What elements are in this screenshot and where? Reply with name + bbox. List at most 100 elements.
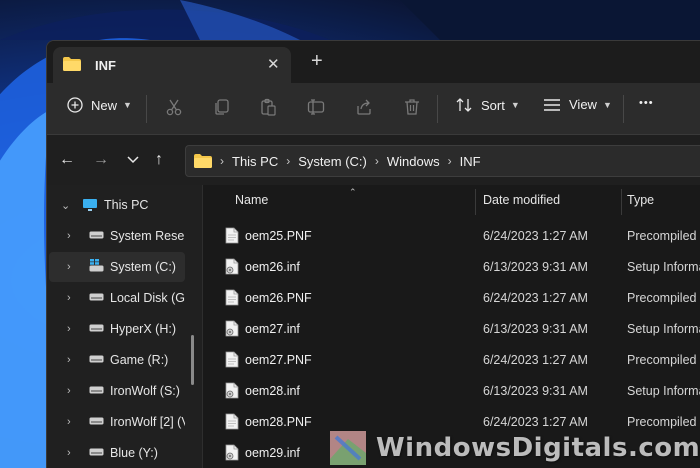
file-name: oem25.PNF xyxy=(245,229,312,243)
column-header-date[interactable]: Date modified xyxy=(483,193,560,207)
file-type: Precompiled S xyxy=(627,291,700,305)
breadcrumb-inf[interactable]: INF xyxy=(460,154,481,169)
chevron-right-icon[interactable]: › xyxy=(67,354,71,366)
file-row[interactable]: oem27.PNF 6/24/2023 1:27 AM Precompiled S xyxy=(203,345,700,376)
sidebar-scrollbar[interactable] xyxy=(191,335,194,385)
rename-icon[interactable] xyxy=(307,98,325,116)
file-name: oem28.inf xyxy=(245,384,300,398)
back-button[interactable]: ← xyxy=(59,152,75,168)
share-icon[interactable] xyxy=(355,98,373,116)
file-row[interactable]: oem27.inf 6/13/2023 9:31 AM Setup Informa xyxy=(203,314,700,345)
sidebar-item-label: Game (R:) xyxy=(110,353,169,367)
forward-button[interactable]: → xyxy=(93,152,109,168)
cut-icon[interactable] xyxy=(165,98,183,116)
sidebar-item-local-disk-g[interactable]: › Local Disk (G:) xyxy=(49,283,185,313)
paste-icon[interactable] xyxy=(259,98,277,116)
breadcrumb-separator-icon[interactable]: › xyxy=(375,154,379,168)
file-row[interactable]: oem26.PNF 6/24/2023 1:27 AM Precompiled S xyxy=(203,283,700,314)
drive-icon xyxy=(89,448,104,456)
column-divider[interactable] xyxy=(621,189,622,215)
chevron-down-icon[interactable]: ⌄ xyxy=(61,199,70,212)
sidebar-item-hyperx-h[interactable]: › HyperX (H:) xyxy=(49,314,185,344)
sidebar-item-blue-y[interactable]: › Blue (Y:) xyxy=(49,438,185,468)
drive-icon xyxy=(89,355,104,363)
column-header-type[interactable]: Type xyxy=(627,193,654,207)
breadcrumb-separator-icon[interactable]: › xyxy=(448,154,452,168)
delete-icon[interactable] xyxy=(403,98,421,116)
sidebar-item-label: HyperX (H:) xyxy=(110,322,176,336)
view-list-icon xyxy=(544,98,560,111)
sidebar-item-label: This PC xyxy=(104,198,149,212)
file-row[interactable]: oem26.inf 6/13/2023 9:31 AM Setup Informa xyxy=(203,252,700,283)
chevron-right-icon[interactable]: › xyxy=(67,230,71,242)
file-name: oem26.PNF xyxy=(245,291,312,305)
copy-icon[interactable] xyxy=(213,98,231,116)
file-icon xyxy=(225,413,239,430)
chevron-right-icon[interactable]: › xyxy=(67,416,71,428)
breadcrumb-separator-icon[interactable]: › xyxy=(286,154,290,168)
sidebar-item-label: IronWolf [2] (V xyxy=(110,415,185,429)
file-type: Precompiled S xyxy=(627,415,700,429)
settings-file-icon xyxy=(225,320,239,337)
chevron-down-icon: ▼ xyxy=(602,99,612,110)
breadcrumb-separator-icon[interactable]: › xyxy=(220,154,224,168)
chevron-right-icon[interactable]: › xyxy=(67,385,71,397)
chevron-down-icon: ▼ xyxy=(510,100,520,110)
more-options-button[interactable]: ••• xyxy=(639,97,654,109)
file-date-modified: 6/24/2023 1:27 AM xyxy=(483,353,588,367)
command-bar: New ▼ Sort ▼ View ▼ ••• xyxy=(47,83,700,135)
file-row[interactable]: oem25.PNF 6/24/2023 1:27 AM Precompiled S xyxy=(203,221,700,252)
view-button[interactable]: View ▼ xyxy=(543,97,612,112)
chevron-right-icon[interactable]: › xyxy=(67,323,71,335)
breadcrumb-windows[interactable]: Windows xyxy=(387,154,440,169)
file-date-modified: 6/13/2023 9:31 AM xyxy=(483,384,588,398)
file-type: Setup Informa xyxy=(627,384,700,398)
sort-button[interactable]: Sort ▼ xyxy=(455,97,520,113)
breadcrumb-system-c[interactable]: System (C:) xyxy=(298,154,367,169)
new-tab-button[interactable]: + xyxy=(311,51,323,71)
sidebar-item-label: System (C:) xyxy=(110,260,176,274)
file-icon xyxy=(225,351,239,368)
breadcrumb-this-pc[interactable]: This PC xyxy=(232,154,278,169)
sidebar-item-ironwolf-s[interactable]: › IronWolf (S:) xyxy=(49,376,185,406)
watermark-text: WindowsDigitals.com xyxy=(376,433,700,463)
sidebar-item-system-reserved[interactable]: › System Reserv xyxy=(49,221,185,251)
sidebar-item-game-r[interactable]: › Game (R:) xyxy=(49,345,185,375)
file-icon xyxy=(225,289,239,306)
file-type: Setup Informa xyxy=(627,322,700,336)
sort-ascending-icon: ⌃ xyxy=(349,187,357,197)
file-name: oem29.inf xyxy=(245,446,300,460)
toolbar-divider xyxy=(146,95,147,123)
column-header-name[interactable]: Name xyxy=(235,193,268,207)
windows-drive-icon xyxy=(89,259,104,272)
tab-bar: INF ✕ + xyxy=(47,41,700,83)
file-type: Precompiled S xyxy=(627,353,700,367)
file-row[interactable]: oem28.inf 6/13/2023 9:31 AM Setup Informa xyxy=(203,376,700,407)
new-button[interactable]: New ▼ xyxy=(67,97,132,113)
tab-title: INF xyxy=(95,58,116,73)
file-name: oem26.inf xyxy=(245,260,300,274)
file-name: oem27.inf xyxy=(245,322,300,336)
file-name: oem28.PNF xyxy=(245,415,312,429)
new-label: New xyxy=(91,97,118,113)
file-explorer-window: INF ✕ + New ▼ Sort ▼ View ▼ ••• ← → ↑ › … xyxy=(46,40,700,468)
watermark: WindowsDigitals.com xyxy=(326,428,700,468)
sidebar-item-label: Blue (Y:) xyxy=(110,446,158,460)
sidebar-item-ironwolf-2[interactable]: › IronWolf [2] (V xyxy=(49,407,185,437)
file-date-modified: 6/13/2023 9:31 AM xyxy=(483,260,588,274)
chevron-right-icon[interactable]: › xyxy=(67,261,71,273)
sidebar-item-this-pc[interactable]: ⌄ This PC xyxy=(49,190,185,220)
watermark-logo-icon xyxy=(330,431,366,465)
tab-inf[interactable]: INF ✕ xyxy=(53,47,291,83)
column-divider[interactable] xyxy=(475,189,476,215)
chevron-right-icon[interactable]: › xyxy=(67,447,71,459)
address-bar[interactable]: › This PC › System (C:) › Windows › INF xyxy=(185,145,700,177)
up-button[interactable]: ↑ xyxy=(155,152,163,168)
recent-locations-icon[interactable] xyxy=(127,156,139,164)
chevron-right-icon[interactable]: › xyxy=(67,292,71,304)
navigation-bar: ← → ↑ › This PC › System (C:) › Windows … xyxy=(47,135,700,185)
drive-icon xyxy=(89,324,104,332)
close-tab-icon[interactable]: ✕ xyxy=(267,55,280,73)
settings-file-icon xyxy=(225,444,239,461)
sidebar-item-system-c[interactable]: › System (C:) xyxy=(49,252,185,282)
